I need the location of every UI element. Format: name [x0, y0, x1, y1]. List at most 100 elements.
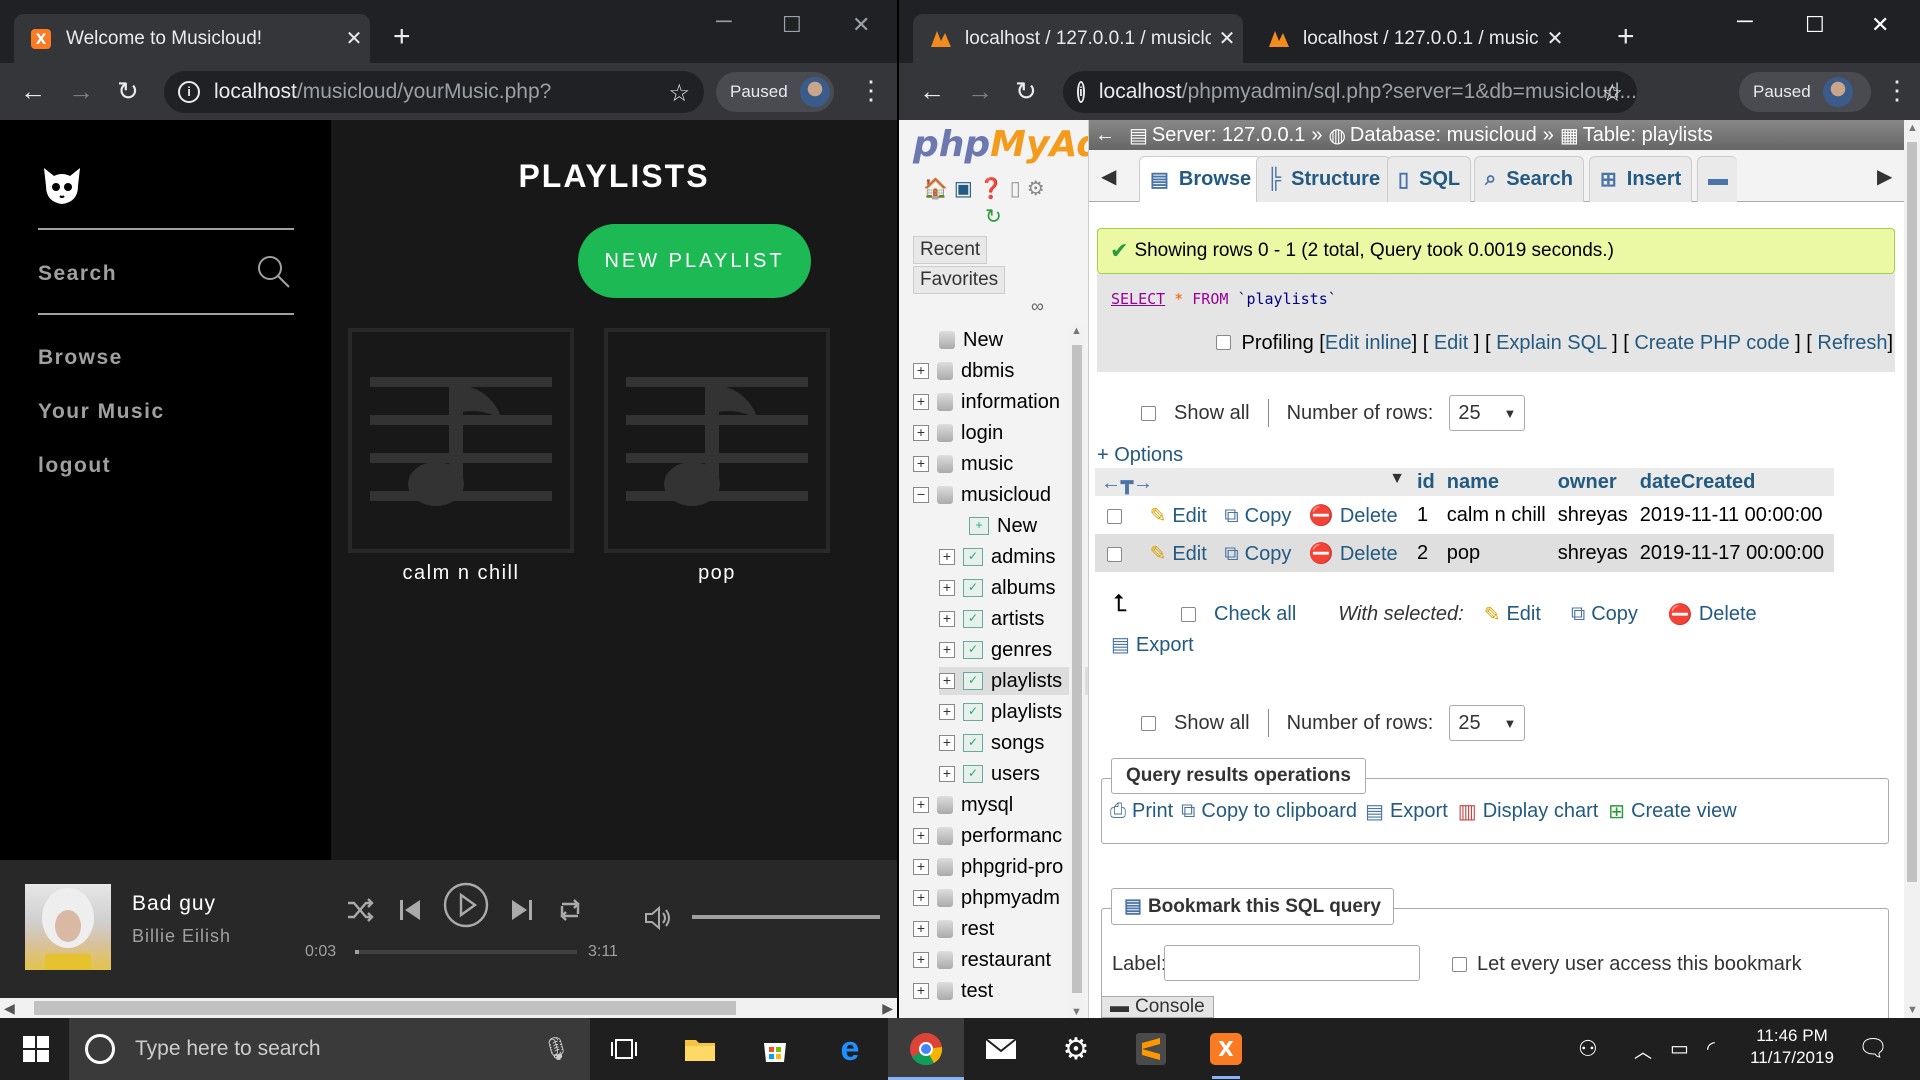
horizontal-scrollbar[interactable]: ◀ ▶ — [0, 998, 897, 1018]
tree-item[interactable]: + information — [913, 388, 1060, 416]
tab-more[interactable]: ▬ — [1697, 156, 1737, 202]
check-all-checkbox[interactable] — [1181, 607, 1196, 622]
tab-structure[interactable]: ╠ Structure — [1256, 156, 1392, 202]
tree-item[interactable]: + rest — [913, 915, 994, 943]
task-view-icon[interactable] — [605, 1030, 643, 1068]
row-edit-link[interactable]: Edit — [1172, 543, 1206, 565]
scrollbar-thumb[interactable] — [34, 1001, 736, 1015]
cell-id[interactable]: 2 — [1411, 534, 1441, 572]
row-checkbox[interactable] — [1107, 546, 1122, 562]
selected-edit-link[interactable]: Edit — [1506, 603, 1540, 626]
tree-item[interactable]: + test — [913, 977, 993, 1005]
tree-item[interactable]: + New — [969, 512, 1037, 540]
tree-item[interactable]: + ✓ songs — [939, 729, 1044, 757]
nav-search[interactable]: Search — [38, 262, 117, 286]
sublime-text-icon[interactable] — [1132, 1030, 1170, 1068]
tree-item[interactable]: + performanc — [913, 822, 1062, 850]
tree-item[interactable]: New — [939, 326, 1003, 354]
bookmark-star-icon[interactable]: ☆ — [1601, 79, 1623, 108]
exit-icon[interactable]: ▣ — [954, 176, 973, 201]
scroll-left-icon[interactable]: ◀ — [0, 998, 19, 1018]
cell-owner[interactable]: shreyas — [1552, 496, 1634, 534]
sql-query[interactable]: SELECT * FROM `playlists` — [1111, 290, 1337, 308]
taskbar-search[interactable]: Type here to search 🎙 — [69, 1018, 590, 1080]
column-header[interactable]: name — [1441, 468, 1552, 496]
docs-icon[interactable]: ▯ — [1010, 176, 1021, 201]
edit-inline-link[interactable]: Edit inline — [1325, 332, 1412, 354]
expand-icon[interactable]: + — [913, 363, 929, 379]
home-icon[interactable]: 🏠 — [923, 176, 948, 201]
expand-icon[interactable]: + — [913, 425, 929, 441]
tree-item[interactable]: + restaurant — [913, 946, 1051, 974]
nav-scrollbar[interactable]: ▲ ▼ — [1069, 325, 1085, 1018]
wifi-icon[interactable]: ◜ — [1707, 1036, 1715, 1061]
expand-icon[interactable]: + — [939, 766, 955, 782]
tab-browse[interactable]: ▤ Browse — [1139, 156, 1263, 202]
tab-musicloud[interactable]: X Welcome to Musicloud! ✕ — [14, 14, 370, 63]
tree-item[interactable]: + ✓ admins — [939, 543, 1055, 571]
new-tab-button[interactable]: + — [1617, 22, 1635, 52]
reload-button[interactable]: ↻ — [117, 77, 139, 105]
maximize-button[interactable]: ☐ — [782, 12, 802, 38]
expand-icon[interactable]: + — [939, 642, 955, 658]
back-button[interactable]: ← — [919, 77, 945, 105]
scroll-up-icon[interactable]: ▲ — [1071, 325, 1082, 337]
console-button[interactable]: ▬ Console — [1101, 996, 1214, 1018]
volume-icon[interactable] — [643, 904, 673, 937]
tab-close-icon[interactable]: ✕ — [338, 26, 370, 51]
playlist-name[interactable]: calm n chill — [348, 562, 574, 585]
tree-item[interactable]: + ✓ users — [939, 760, 1040, 788]
scrollbar-thumb[interactable] — [1072, 345, 1082, 993]
address-bar[interactable]: i localhost/musicloud/yourMusic.php? ☆ — [164, 71, 704, 113]
tab-sql[interactable]: ▯ SQL — [1387, 156, 1472, 202]
show-all-checkbox[interactable] — [1141, 715, 1156, 731]
scroll-up-icon[interactable]: ▲ — [1907, 122, 1918, 134]
cell-name[interactable]: pop — [1441, 534, 1552, 572]
collapse-nav-icon[interactable]: ← — [1095, 124, 1115, 147]
previous-icon[interactable] — [398, 896, 422, 929]
tree-item[interactable]: + ✓ albums — [939, 574, 1055, 602]
tree-item[interactable]: − musicloud — [913, 481, 1051, 509]
show-hidden-icons[interactable]: ︿ — [1634, 1038, 1652, 1064]
cell-datecreated[interactable]: 2019-11-11 00:00:00 — [1634, 496, 1834, 534]
battery-icon[interactable]: ▭ — [1670, 1036, 1689, 1061]
create-php-code-link[interactable]: Create PHP code — [1634, 332, 1789, 354]
tab-insert[interactable]: ⊞ Insert — [1589, 156, 1693, 202]
help-icon[interactable]: ❓ — [979, 176, 1004, 201]
minimize-button[interactable]: ─ — [716, 8, 732, 34]
expand-icon[interactable]: + — [939, 673, 955, 689]
tab-search[interactable]: ⌕ Search — [1474, 156, 1584, 202]
chrome-icon[interactable] — [907, 1030, 945, 1068]
expand-icon[interactable]: + — [913, 859, 929, 875]
tab-close-icon[interactable]: ✕ — [1539, 26, 1571, 51]
playlist-card[interactable] — [348, 328, 574, 553]
expand-icon[interactable]: + — [913, 921, 929, 937]
scroll-down-icon[interactable]: ▼ — [1907, 1004, 1918, 1016]
row-copy-link[interactable]: Copy — [1245, 505, 1292, 527]
selected-export-link[interactable]: Export — [1136, 634, 1194, 656]
close-window-button[interactable]: ✕ — [852, 12, 870, 38]
menu-kebab-icon[interactable]: ⋮ — [858, 77, 884, 103]
tab-close-icon[interactable]: ✕ — [1211, 26, 1243, 51]
minimize-button[interactable]: ─ — [1737, 8, 1753, 34]
breadcrumb-server[interactable]: Server: 127.0.0.1 — [1152, 124, 1305, 147]
check-all-label[interactable]: Check all — [1214, 603, 1296, 626]
content-scrollbar[interactable]: ▲ ▼ — [1904, 120, 1920, 1018]
new-tab-button[interactable]: + — [393, 22, 411, 52]
row-copy-link[interactable]: Copy — [1245, 543, 1292, 565]
tree-item[interactable]: + phpmyadm — [913, 884, 1060, 912]
expand-icon[interactable]: + — [939, 611, 955, 627]
settings-gear-icon[interactable]: ⚙ — [1057, 1030, 1095, 1068]
create-view-link[interactable]: Create view — [1631, 800, 1737, 823]
export-link[interactable]: Export — [1390, 800, 1448, 823]
breadcrumb-table[interactable]: Table: playlists — [1583, 124, 1713, 147]
tabs-scroll-right-icon[interactable]: ▶ — [1877, 164, 1892, 189]
tree-item[interactable]: + music — [913, 450, 1013, 478]
column-header[interactable]: dateCreated — [1634, 468, 1834, 496]
column-header[interactable]: owner — [1552, 468, 1634, 496]
row-edit-link[interactable]: Edit — [1172, 505, 1206, 527]
favorites-button[interactable]: Favorites — [913, 266, 1006, 294]
playlist-card[interactable] — [604, 328, 830, 553]
expand-icon[interactable]: + — [939, 735, 955, 751]
progress-bar[interactable] — [355, 950, 577, 954]
